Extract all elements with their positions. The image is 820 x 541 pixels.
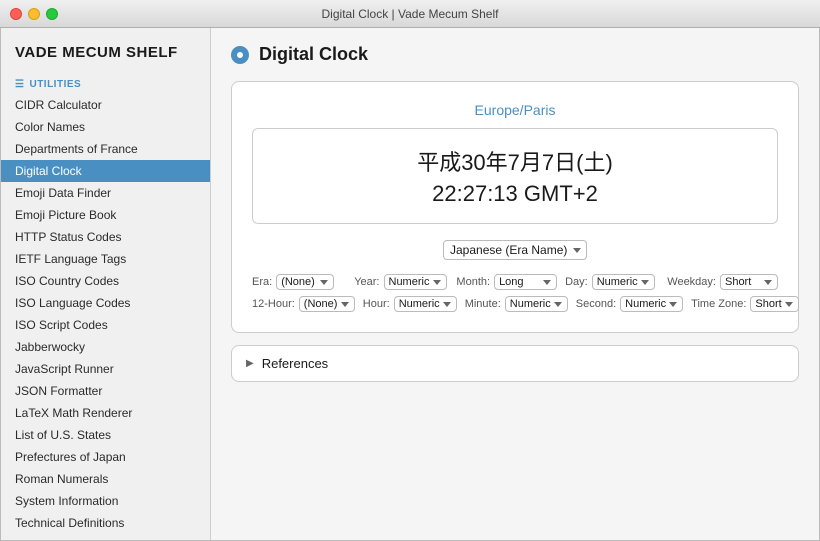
traffic-lights	[10, 8, 58, 20]
sidebar-header: VADE MECUM SHELF	[1, 28, 210, 69]
option-select-hour12[interactable]: (None)truefalse	[299, 296, 355, 312]
maximize-button[interactable]	[46, 8, 58, 20]
option-minute: Minute: Numeric2-digit	[465, 296, 568, 312]
sidebar-item-iso-script-codes[interactable]: ISO Script Codes	[1, 314, 210, 336]
section-label-text: UTILITIES	[29, 79, 81, 90]
option-select-minute[interactable]: Numeric2-digit	[505, 296, 568, 312]
title-bar: Digital Clock | Vade Mecum Shelf	[0, 0, 820, 28]
option-select-year[interactable]: Numeric2-digit	[384, 274, 447, 290]
option-label-second: Second:	[576, 298, 616, 310]
clock-time: 22:27:13 GMT+2	[269, 181, 761, 207]
sidebar: VADE MECUM SHELF ☰ UTILITIES CIDR Calcul…	[1, 28, 211, 540]
sidebar-item-latex-math-renderer[interactable]: LaTeX Math Renderer	[1, 402, 210, 424]
option-label-timezone: Time Zone:	[691, 298, 746, 310]
sidebar-item-json-formatter[interactable]: JSON Formatter	[1, 380, 210, 402]
clock-display-box: 平成30年7月7日(土) 22:27:13 GMT+2	[252, 128, 778, 224]
window-title: Digital Clock | Vade Mecum Shelf	[322, 7, 499, 21]
sidebar-item-jabberwocky[interactable]: Jabberwocky	[1, 336, 210, 358]
page-title: Digital Clock	[259, 44, 368, 65]
option-day: Day: Numeric2-digit	[565, 274, 659, 290]
sidebar-item-technical-definitions[interactable]: Technical Definitions	[1, 512, 210, 534]
app-name: VADE MECUM SHELF	[15, 44, 196, 61]
option-era: Era: (None)NarrowShortLong	[252, 274, 346, 290]
sidebar-item-emoji-data-finder[interactable]: Emoji Data Finder	[1, 182, 210, 204]
references-header[interactable]: ▶ References	[232, 346, 798, 381]
sidebar-item-list-of-us-states[interactable]: List of U.S. States	[1, 424, 210, 446]
sidebar-item-system-information[interactable]: System Information	[1, 490, 210, 512]
option-select-era[interactable]: (None)NarrowShortLong	[276, 274, 334, 290]
option-label-era: Era:	[252, 276, 272, 288]
option-select-weekday[interactable]: ShortLongNarrow	[720, 274, 778, 290]
close-button[interactable]	[10, 8, 22, 20]
sidebar-item-cidr-calculator[interactable]: CIDR Calculator	[1, 94, 210, 116]
option-label-hour12: 12-Hour:	[252, 298, 295, 310]
option-label-year: Year:	[354, 276, 379, 288]
clock-date: 平成30年7月7日(土)	[269, 145, 761, 177]
option-hour12: 12-Hour: (None)truefalse	[252, 296, 355, 312]
references-arrow-icon: ▶	[246, 358, 254, 369]
option-month: Month: LongShortNarrowNumeric2-digit	[456, 274, 557, 290]
page-title-row: Digital Clock	[231, 44, 799, 65]
minimize-button[interactable]	[28, 8, 40, 20]
sidebar-item-departments-of-france[interactable]: Departments of France	[1, 138, 210, 160]
sidebar-item-text-scratchpad[interactable]: Text Scratchpad	[1, 534, 210, 540]
sidebar-item-prefectures-of-japan[interactable]: Prefectures of Japan	[1, 446, 210, 468]
timezone-label: Europe/Paris	[252, 102, 778, 118]
format-selector-row: Japanese (Era Name)GregorianBuddhistHebr…	[252, 240, 778, 260]
sidebar-item-emoji-picture-book[interactable]: Emoji Picture Book	[1, 204, 210, 226]
page-title-icon	[231, 46, 249, 64]
main-content: Digital Clock Europe/Paris 平成30年7月7日(土) …	[211, 28, 819, 540]
sidebar-item-iso-country-codes[interactable]: ISO Country Codes	[1, 270, 210, 292]
option-select-day[interactable]: Numeric2-digit	[592, 274, 655, 290]
sidebar-item-javascript-runner[interactable]: JavaScript Runner	[1, 358, 210, 380]
references-label: References	[262, 356, 328, 371]
sidebar-items-list: CIDR CalculatorColor NamesDepartments of…	[1, 94, 210, 540]
sidebar-item-iso-language-codes[interactable]: ISO Language Codes	[1, 292, 210, 314]
sidebar-item-http-status-codes[interactable]: HTTP Status Codes	[1, 226, 210, 248]
options-row2: 12-Hour: (None)truefalse Hour: Numeric2-dig…	[252, 296, 778, 312]
option-label-weekday: Weekday:	[667, 276, 716, 288]
option-label-hour: Hour:	[363, 298, 390, 310]
option-label-day: Day:	[565, 276, 588, 288]
option-select-second[interactable]: Numeric2-digit	[620, 296, 683, 312]
references-section: ▶ References	[231, 345, 799, 382]
option-second: Second: Numeric2-digit	[576, 296, 683, 312]
option-year: Year: Numeric2-digit	[354, 274, 448, 290]
sidebar-item-ietf-language-tags[interactable]: IETF Language Tags	[1, 248, 210, 270]
option-weekday: Weekday: ShortLongNarrow	[667, 274, 778, 290]
clock-card: Europe/Paris 平成30年7月7日(土) 22:27:13 GMT+2…	[231, 81, 799, 333]
calendar-format-select[interactable]: Japanese (Era Name)GregorianBuddhistHebr…	[443, 240, 587, 260]
option-select-hour[interactable]: Numeric2-digit	[394, 296, 457, 312]
option-hour: Hour: Numeric2-digit	[363, 296, 457, 312]
sidebar-item-digital-clock[interactable]: Digital Clock	[1, 160, 210, 182]
sidebar-item-roman-numerals[interactable]: Roman Numerals	[1, 468, 210, 490]
option-select-timezone[interactable]: ShortLong	[750, 296, 799, 312]
app-container: VADE MECUM SHELF ☰ UTILITIES CIDR Calcul…	[0, 28, 820, 541]
option-select-month[interactable]: LongShortNarrowNumeric2-digit	[494, 274, 557, 290]
options-row1: Era: (None)NarrowShortLong Year: Numeric2-d…	[252, 274, 778, 290]
sidebar-item-color-names[interactable]: Color Names	[1, 116, 210, 138]
option-label-minute: Minute:	[465, 298, 501, 310]
sidebar-section: ☰ UTILITIES	[1, 69, 210, 94]
option-timezone: Time Zone: ShortLong	[691, 296, 799, 312]
hamburger-icon: ☰	[15, 79, 24, 90]
option-label-month: Month:	[456, 276, 490, 288]
